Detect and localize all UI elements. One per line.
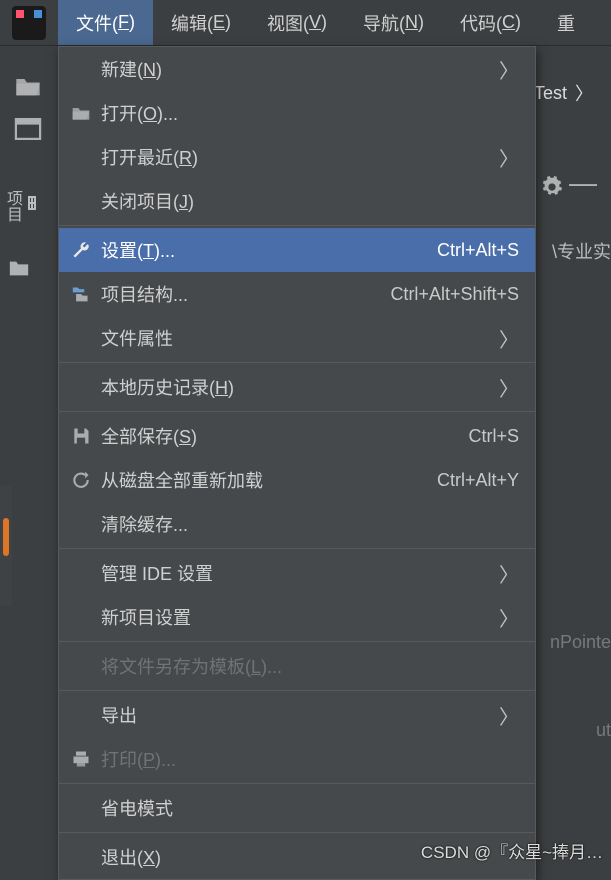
menu-item-label: 管理 IDE 设置 <box>95 560 499 586</box>
chevron-right-icon: 〉 <box>575 80 593 106</box>
breadcrumb-fragment: \专业实 <box>552 238 611 264</box>
file-menu-dropdown: 新建(N)〉打开(O)...打开最近(R)〉关闭项目(J)设置(T)...Ctr… <box>58 46 536 880</box>
chevron-right-icon: 〉 <box>499 559 519 588</box>
app-icon <box>12 6 46 40</box>
menu-shortcut: Ctrl+S <box>468 426 519 447</box>
menu-item-2[interactable]: 打开最近(R)〉 <box>59 135 535 179</box>
menu-item-9[interactable]: 本地历史记录(H)〉 <box>59 365 535 409</box>
menu-separator <box>59 225 535 226</box>
menu-item-label: 全部保存(S) <box>95 423 468 449</box>
menu-item-15[interactable]: 管理 IDE 设置〉 <box>59 551 535 595</box>
menu-E[interactable]: 编辑(E) <box>153 0 249 45</box>
menu-item-label: 导出 <box>95 702 499 728</box>
window-icon[interactable] <box>14 118 42 142</box>
menu-separator <box>59 548 535 549</box>
project-structure-icon <box>67 285 95 303</box>
wrench-icon <box>67 240 95 260</box>
menu-separator <box>59 783 535 784</box>
menu-item-label: 打开(O)... <box>95 100 519 126</box>
menu-V[interactable]: 视图(V) <box>249 0 345 45</box>
menu-item-13[interactable]: 清除缓存... <box>59 502 535 546</box>
code-hint: nPointe <box>550 632 611 653</box>
menu-item-label: 新建(N) <box>95 56 499 82</box>
menu-item-label: 项目结构... <box>95 281 390 307</box>
menu-N[interactable]: 导航(N) <box>345 0 442 45</box>
chevron-right-icon: 〉 <box>499 324 519 353</box>
menubar: 文件(F)编辑(E)视图(V)导航(N)代码(C)重 <box>0 0 611 46</box>
folder-open-icon <box>67 104 95 122</box>
chevron-right-icon: 〉 <box>499 603 519 632</box>
menu-item-18: 将文件另存为模板(L)... <box>59 644 535 688</box>
gear-icon[interactable] <box>541 176 563 198</box>
menu-item-21: 打印(P)... <box>59 737 535 781</box>
save-icon <box>67 426 95 446</box>
menu-item-label: 将文件另存为模板(L)... <box>95 653 519 679</box>
menu-C[interactable]: 代码(C) <box>442 0 539 45</box>
menu-separator <box>59 690 535 691</box>
menu-item-label: 文件属性 <box>95 325 499 351</box>
chevron-right-icon: 〉 <box>499 373 519 402</box>
menu-item-label: 从磁盘全部重新加载 <box>95 467 437 493</box>
menu-separator <box>59 362 535 363</box>
menu-item-1[interactable]: 打开(O)... <box>59 91 535 135</box>
scrollbar[interactable] <box>0 486 12 606</box>
chevron-right-icon: 〉 <box>499 701 519 730</box>
menu-item-label: 本地历史记录(H) <box>95 374 499 400</box>
menu-item-16[interactable]: 新项目设置〉 <box>59 595 535 639</box>
menu-shortcut: Ctrl+Alt+Shift+S <box>390 284 519 305</box>
reload-icon <box>67 470 95 490</box>
menu-item-0[interactable]: 新建(N)〉 <box>59 47 535 91</box>
menu-item-7[interactable]: 文件属性〉 <box>59 316 535 360</box>
watermark: CSDN @『众星~捧月… <box>421 838 603 863</box>
breadcrumb-test[interactable]: Test 〉 <box>534 80 593 106</box>
menu-F[interactable]: 文件(F) <box>58 0 153 45</box>
menu-item-6[interactable]: 项目结构...Ctrl+Alt+Shift+S <box>59 272 535 316</box>
menu-item-label: 打开最近(R) <box>95 144 499 170</box>
menu-shortcut: Ctrl+Alt+Y <box>437 470 519 491</box>
menu-item-label: 关闭项目(J) <box>95 188 519 214</box>
project-tool-tab[interactable]: 项目 <box>0 190 36 222</box>
project-grid-icon <box>28 196 36 210</box>
menu-item-label: 设置(T)... <box>95 237 437 263</box>
folder-icon[interactable] <box>8 258 30 278</box>
code-hint: ut <box>596 720 611 741</box>
menu-separator <box>59 832 535 833</box>
menu-item-label: 新项目设置 <box>95 604 499 630</box>
menu-item-3[interactable]: 关闭项目(J) <box>59 179 535 223</box>
menu-item-20[interactable]: 导出〉 <box>59 693 535 737</box>
menu-item-12[interactable]: 从磁盘全部重新加载Ctrl+Alt+Y <box>59 458 535 502</box>
menu-shortcut: Ctrl+Alt+S <box>437 240 519 261</box>
menu-5[interactable]: 重 <box>539 0 593 45</box>
project-tab-label: 项目 <box>0 190 24 222</box>
chevron-right-icon: 〉 <box>499 143 519 172</box>
menu-item-label: 清除缓存... <box>95 511 519 537</box>
menu-separator <box>59 411 535 412</box>
menu-separator <box>59 641 535 642</box>
menu-item-5[interactable]: 设置(T)...Ctrl+Alt+S <box>59 228 535 272</box>
menu-item-label: 打印(P)... <box>95 746 519 772</box>
print-icon <box>67 749 95 769</box>
menu-item-23[interactable]: 省电模式 <box>59 786 535 830</box>
folder-open-icon[interactable] <box>14 74 42 98</box>
menu-item-label: 省电模式 <box>95 795 519 821</box>
menu-item-11[interactable]: 全部保存(S)Ctrl+S <box>59 414 535 458</box>
scroll-thumb[interactable] <box>3 518 9 556</box>
minimize-icon[interactable]: — <box>569 176 597 190</box>
toolbar-left <box>0 46 56 142</box>
chevron-right-icon: 〉 <box>499 55 519 84</box>
